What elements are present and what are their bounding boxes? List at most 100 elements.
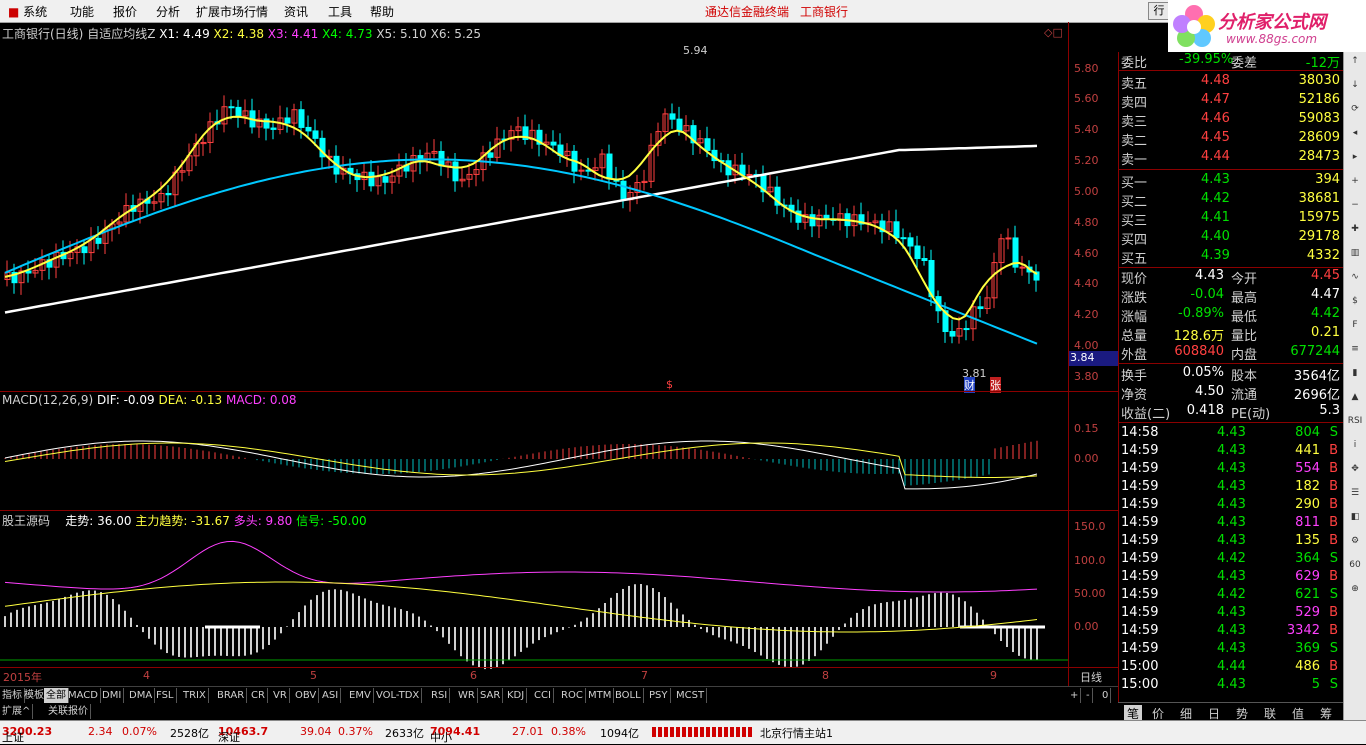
- minute-icon[interactable]: ∿: [1346, 272, 1364, 288]
- tab-wr[interactable]: WR: [456, 688, 478, 703]
- f10-icon[interactable]: F: [1346, 320, 1364, 336]
- sz-index[interactable]: 深证 10463.7: [218, 725, 268, 744]
- menu-item-tools[interactable]: 工具: [328, 3, 352, 20]
- tick-row: 14:59 4.43 3342 B: [1119, 623, 1344, 641]
- candle-body: [382, 176, 389, 183]
- tab-control-0[interactable]: +: [1068, 688, 1082, 703]
- tick-volume: 629: [1295, 569, 1320, 584]
- tab-control-2[interactable]: 0: [1100, 688, 1112, 703]
- down-arrow-icon[interactable]: ↓: [1346, 80, 1364, 96]
- tick-time: 14:59: [1121, 569, 1159, 584]
- left-icon[interactable]: ◂: [1346, 128, 1364, 144]
- sixty-icon[interactable]: 60: [1346, 560, 1364, 576]
- tick-time: 14:59: [1121, 497, 1159, 512]
- tab-control-1[interactable]: -: [1084, 688, 1093, 703]
- candle-body: [907, 237, 914, 247]
- tab-obv[interactable]: OBV: [293, 688, 320, 703]
- buy-row: 买三 4.41 15975: [1119, 210, 1344, 229]
- tab-extend[interactable]: 扩展^: [0, 704, 34, 719]
- zx-index[interactable]: 中小 7094.41: [430, 725, 480, 744]
- pane-divider: [0, 391, 1118, 392]
- list-icon[interactable]: ☰: [1346, 488, 1364, 504]
- chart-icon[interactable]: ▲: [1346, 392, 1364, 408]
- arrows-icon[interactable]: ✥: [1346, 464, 1364, 480]
- y-tick: 50.00: [1074, 587, 1106, 600]
- kline-icon[interactable]: ▥: [1346, 248, 1364, 264]
- buy-row: 买一 4.43 394: [1119, 172, 1344, 191]
- tab-cci[interactable]: CCI: [532, 688, 554, 703]
- tick-time: 14:59: [1121, 551, 1159, 566]
- tab-emv[interactable]: EMV: [347, 688, 374, 703]
- sh-amount: 2528亿: [170, 727, 209, 740]
- tab-kdj[interactable]: KDJ: [505, 688, 528, 703]
- window-button[interactable]: 行: [1148, 2, 1170, 20]
- cross-icon[interactable]: ✚: [1346, 224, 1364, 240]
- sell-price: 4.46: [1201, 111, 1230, 126]
- tab-macd[interactable]: MACD: [66, 688, 101, 703]
- gear-icon[interactable]: ⚙: [1346, 536, 1364, 552]
- zx-amount: 1094亿: [600, 727, 639, 740]
- info-icon[interactable]: i: [1346, 440, 1364, 456]
- tab-fsl[interactable]: FSL: [154, 688, 177, 703]
- menu-item-help[interactable]: 帮助: [370, 3, 394, 20]
- menu-item-system[interactable]: ■ 系统: [8, 3, 47, 20]
- sell-price: 4.48: [1201, 73, 1230, 88]
- menu-item-info[interactable]: 资讯: [284, 3, 308, 20]
- right-icon[interactable]: ▸: [1346, 152, 1364, 168]
- tab-mtm[interactable]: MTM: [586, 688, 615, 703]
- tab-trix[interactable]: TRIX: [181, 688, 209, 703]
- up-arrow-icon[interactable]: ↑: [1346, 56, 1364, 72]
- tab-dmi[interactable]: DMI: [100, 688, 125, 703]
- tick-time: 14:58: [1121, 425, 1159, 440]
- tab-psy[interactable]: PSY: [647, 688, 671, 703]
- tab-related-quote[interactable]: 关联报价: [46, 704, 91, 719]
- tick-side: B: [1329, 479, 1338, 494]
- chart-area[interactable]: 工商银行(日线) 自适应均线Z X1: 4.49 X2: 4.38 X3: 4.…: [0, 22, 1120, 687]
- tab-cr[interactable]: CR: [249, 688, 268, 703]
- tab-mcst[interactable]: MCST: [674, 688, 708, 703]
- candle-body: [914, 245, 921, 260]
- zoom-in-icon[interactable]: +: [1346, 176, 1364, 192]
- tab-dma[interactable]: DMA: [127, 688, 156, 703]
- date-month: 7: [641, 669, 648, 682]
- tick-volume: 135: [1295, 533, 1320, 548]
- tab-sar[interactable]: SAR: [478, 688, 504, 703]
- menu-item-function[interactable]: 功能: [70, 3, 94, 20]
- stats-icon[interactable]: ≡: [1346, 344, 1364, 360]
- tab-rsi[interactable]: RSI: [429, 688, 451, 703]
- tab-vr[interactable]: VR: [271, 688, 290, 703]
- buy-volume: 394: [1315, 172, 1340, 187]
- candle-body: [746, 173, 753, 176]
- ma-lines: [4, 115, 1038, 345]
- candle-body: [312, 130, 319, 139]
- tick-volume: 554: [1295, 461, 1320, 476]
- tab-boll[interactable]: BOLL: [613, 688, 644, 703]
- tab-roc[interactable]: ROC: [559, 688, 586, 703]
- macd-dif: DIF: -0.09: [96, 393, 155, 407]
- menu-item-analysis[interactable]: 分析: [156, 3, 180, 20]
- menu-item-quote[interactable]: 报价: [113, 3, 137, 20]
- menu-item-ext-market[interactable]: 扩展市场行情: [196, 3, 268, 20]
- candle-body: [620, 180, 627, 201]
- candle-body: [550, 141, 557, 146]
- sell-label: 卖三: [1121, 115, 1148, 130]
- tab-asi[interactable]: ASI: [320, 688, 342, 703]
- fund-value: 2696亿: [1293, 388, 1340, 403]
- macd-bars: [4, 440, 1038, 490]
- sz-change: 39.04: [300, 725, 332, 738]
- plus-icon[interactable]: ⊕: [1346, 584, 1364, 600]
- dma-icon[interactable]: ◧: [1346, 512, 1364, 528]
- tick-side: B: [1329, 533, 1338, 548]
- rsi-icon[interactable]: RSI: [1346, 416, 1364, 432]
- fund-icon[interactable]: $: [1346, 296, 1364, 312]
- refresh-icon[interactable]: ⟳: [1346, 104, 1364, 120]
- tab-vol-tdx[interactable]: VOL-TDX: [374, 688, 423, 703]
- sh-index[interactable]: 上证 3200.23: [2, 725, 52, 744]
- zoom-out-icon[interactable]: −: [1346, 200, 1364, 216]
- tick-row: 14:59 4.42 364 S: [1119, 551, 1344, 569]
- fund-label: 收益(二): [1121, 407, 1171, 422]
- tab-brar[interactable]: BRAR: [215, 688, 248, 703]
- period-label[interactable]: 日线: [1080, 669, 1102, 685]
- server-station[interactable]: 北京行情主站1: [760, 725, 833, 741]
- bars-icon[interactable]: ▮: [1346, 368, 1364, 384]
